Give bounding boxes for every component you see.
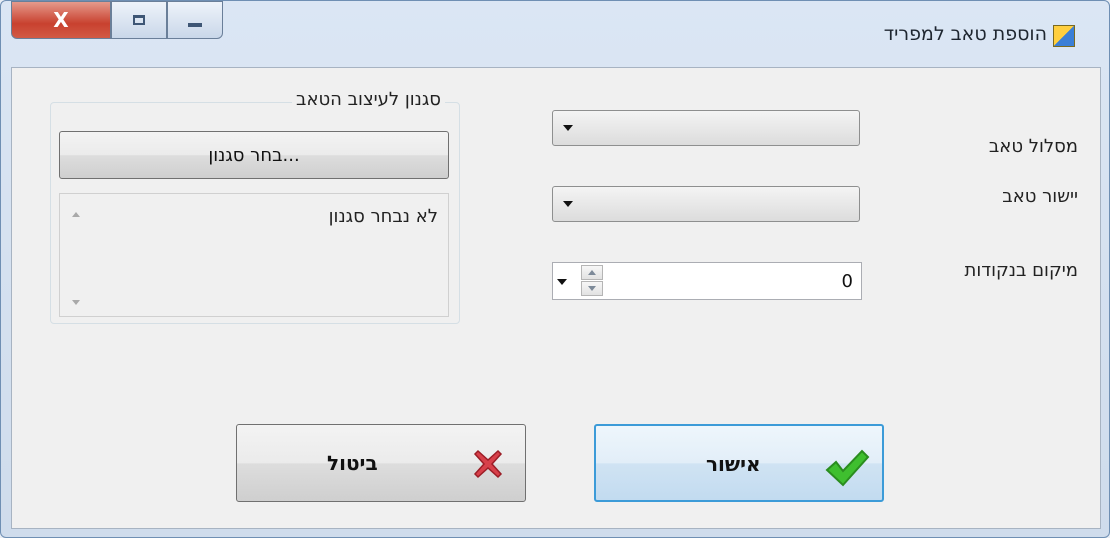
tab-align-select[interactable] [552,186,860,222]
window-title: הוספת טאב למפריד [883,23,1047,45]
selected-style-text: לא נבחר סגנון [328,206,438,227]
chevron-down-icon [563,125,573,131]
close-button[interactable]: X [11,1,111,39]
dialog-window: X הוספת טאב למפריד מסלול טאב יישור טאב מ… [0,0,1110,538]
maximize-button[interactable] [111,1,167,39]
tab-path-select[interactable] [552,110,860,146]
chevron-down-icon [563,201,573,207]
selected-style-textarea[interactable]: לא נבחר סגנון [59,193,449,317]
dialog-client-area: מסלול טאב יישור טאב מיקום בנקודות 0 סגנו… [11,67,1101,529]
checkmark-icon [825,449,870,487]
minimize-icon [188,23,202,27]
tab-align-label: יישור טאב [1002,186,1078,207]
scroll-up-icon[interactable] [72,212,80,217]
title-bar: X הוספת טאב למפריד [1,1,1109,67]
stepper-buttons [581,265,603,297]
window-controls: X [11,1,223,39]
position-label: מיקום בנקודות [964,260,1078,281]
chevron-down-icon[interactable] [557,279,567,285]
tab-path-label: מסלול טאב [988,136,1078,157]
cancel-label: ביטול [327,451,378,475]
cancel-button[interactable]: ביטול [236,424,526,502]
x-icon [473,449,503,479]
close-icon: X [53,8,69,32]
app-icon [1053,25,1075,47]
stepper-down-button[interactable] [581,281,603,296]
choose-style-button[interactable]: בחר סגנון... [59,131,449,179]
stepper-up-button[interactable] [581,265,603,280]
style-group-title: סגנון לעיצוב הטאב [292,89,445,110]
position-stepper[interactable]: 0 [552,262,862,300]
minimize-button[interactable] [167,1,223,39]
ok-button[interactable]: אישור [594,424,884,502]
scroll-down-icon[interactable] [72,300,80,305]
ok-label: אישור [706,452,761,476]
style-groupbox: סגנון לעיצוב הטאב בחר סגנון... לא נבחר ס… [50,89,460,324]
position-value[interactable]: 0 [842,271,853,292]
maximize-icon [133,15,145,25]
